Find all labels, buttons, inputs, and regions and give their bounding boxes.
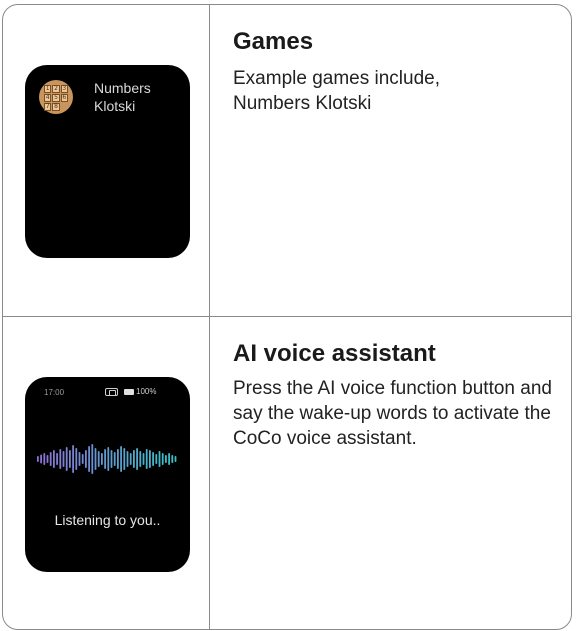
waveform-bar xyxy=(62,451,65,467)
numbers-klotski-icon: 1 2 3 4 5 6 7 8 xyxy=(39,80,73,114)
games-description: Example games include, Numbers Klotski xyxy=(233,68,440,114)
status-bar-right: 100% xyxy=(105,387,156,396)
waveform-bar xyxy=(171,455,174,463)
watch-screen-voice-assistant: 17:00 100% Listening to you.. xyxy=(25,377,190,572)
waveform-bar xyxy=(136,448,138,470)
klotski-tile: 4 xyxy=(44,94,52,102)
waveform-bar xyxy=(72,445,74,473)
waveform-bar xyxy=(97,451,100,467)
battery-icon xyxy=(124,388,134,395)
waveform-icon xyxy=(37,444,177,474)
waveform-bar xyxy=(49,452,52,466)
waveform-bar xyxy=(101,453,103,465)
app-name: Numbers Klotski xyxy=(94,79,151,115)
waveform-bar xyxy=(37,456,39,462)
row-divider xyxy=(2,316,572,317)
waveform-bar xyxy=(155,454,158,464)
waveform-bar xyxy=(129,453,132,465)
waveform-bar xyxy=(59,449,62,469)
waveform-bar xyxy=(107,447,110,471)
waveform-bar xyxy=(161,453,164,465)
waveform-bar xyxy=(40,454,42,464)
waveform-bar xyxy=(110,450,113,468)
waveform-bar xyxy=(56,453,58,465)
waveform-bar xyxy=(149,450,151,468)
app-name-line: Numbers xyxy=(94,80,151,96)
klotski-tile: 1 xyxy=(44,85,52,93)
bluetooth-icon xyxy=(105,387,118,396)
waveform-bar xyxy=(145,449,148,469)
waveform-bar xyxy=(133,450,135,468)
waveform-bar xyxy=(69,450,71,468)
waveform-bar xyxy=(139,451,142,467)
column-divider xyxy=(209,4,210,630)
games-title: Games xyxy=(233,28,314,55)
watch-screen-games: 1 2 3 4 5 6 7 8 Numbers Klotski xyxy=(25,65,190,258)
waveform-bar xyxy=(53,450,55,468)
voice-assistant-title: AI voice assistant xyxy=(233,340,436,367)
status-time: 17:00 xyxy=(44,388,65,397)
waveform-bar xyxy=(165,455,167,463)
waveform-bar xyxy=(91,444,94,474)
waveform-bar xyxy=(158,451,161,467)
waveform-bar xyxy=(65,447,68,471)
waveform-bar xyxy=(120,446,122,472)
waveform-bar xyxy=(85,450,87,468)
waveform-bar xyxy=(46,455,49,463)
waveform-bar xyxy=(123,448,126,470)
voice-assistant-description: Press the AI voice function button and s… xyxy=(233,378,552,449)
waveform-bar xyxy=(117,449,119,469)
waveform-bar xyxy=(174,456,177,462)
waveform-bar xyxy=(152,452,154,466)
waveform-bar xyxy=(142,453,145,465)
waveform-bar xyxy=(104,449,106,469)
waveform-bar xyxy=(78,452,81,466)
klotski-tile: 8 xyxy=(52,103,60,111)
waveform-bar xyxy=(168,453,170,465)
klotski-tile: 2 xyxy=(52,85,60,93)
waveform-bar xyxy=(126,451,129,467)
waveform-bar xyxy=(94,448,97,470)
waveform-bar xyxy=(88,446,90,472)
klotski-tile: 5 xyxy=(52,94,60,102)
listening-status: Listening to you.. xyxy=(54,512,161,528)
klotski-tile: 6 xyxy=(60,94,68,102)
klotski-tile: 3 xyxy=(60,85,68,93)
battery-level: 100% xyxy=(136,387,157,396)
app-name-line: Klotski xyxy=(94,98,136,114)
klotski-tile: 7 xyxy=(44,103,52,111)
waveform-bar xyxy=(81,454,84,464)
waveform-bar xyxy=(43,453,46,465)
waveform-bar xyxy=(113,452,116,466)
klotski-tile-empty xyxy=(61,103,68,111)
waveform-bar xyxy=(75,448,78,470)
